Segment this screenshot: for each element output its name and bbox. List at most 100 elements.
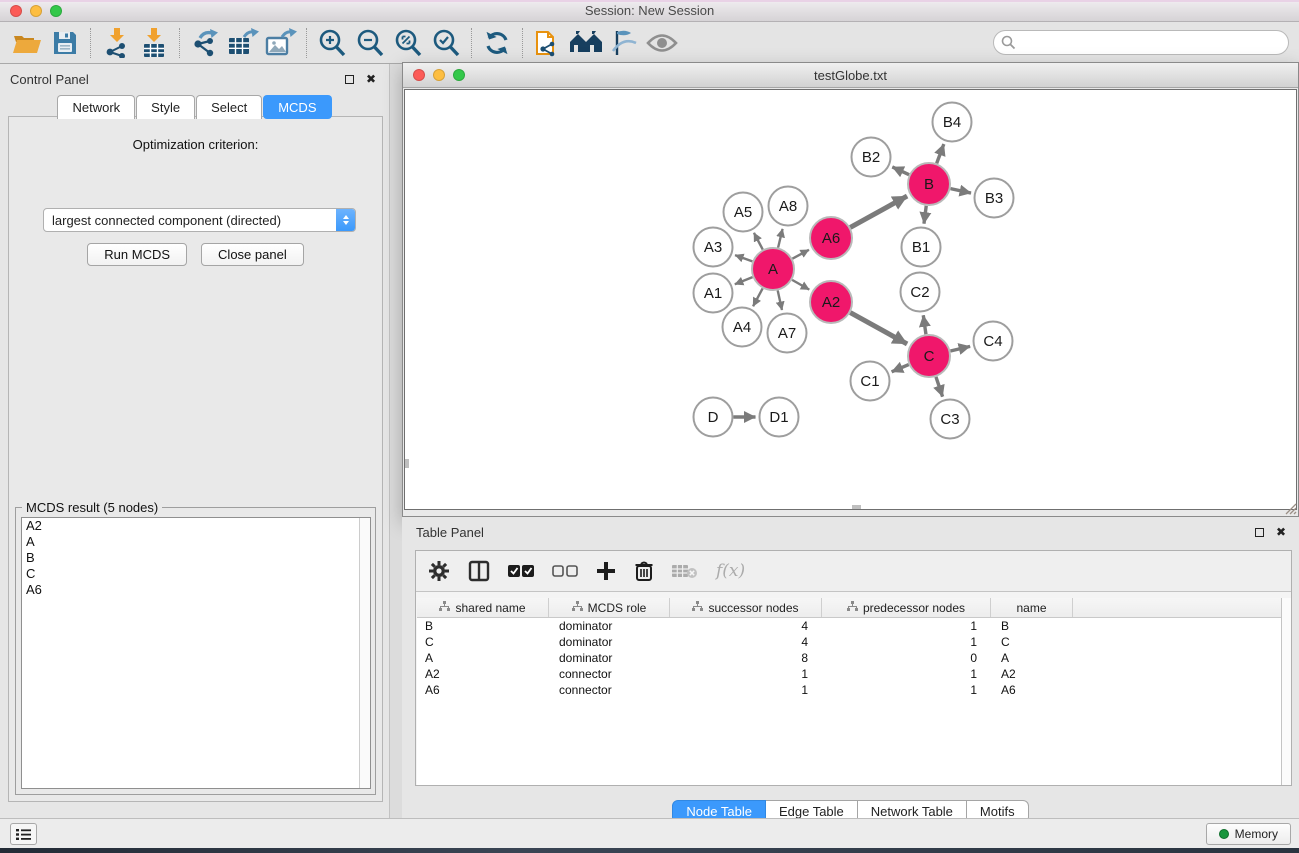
close-window-button[interactable]: [10, 5, 22, 17]
delete-column-icon[interactable]: [634, 556, 654, 586]
table-cell[interactable]: 1: [670, 667, 822, 681]
edge-B-B1[interactable]: [924, 206, 926, 224]
column-header-shared-name[interactable]: shared name: [417, 598, 549, 617]
node-A[interactable]: A: [752, 248, 794, 290]
column-header-successor-nodes[interactable]: successor nodes: [670, 598, 822, 617]
result-scrollbar[interactable]: [359, 518, 370, 788]
edge-C-C1[interactable]: [892, 365, 909, 372]
result-list-item[interactable]: C: [22, 566, 370, 582]
node-D1[interactable]: D1: [760, 398, 799, 437]
node-table[interactable]: shared nameMCDS rolesuccessor nodesprede…: [417, 598, 1291, 785]
tab-style[interactable]: Style: [136, 95, 195, 119]
edge-A-A2[interactable]: [792, 280, 809, 290]
node-C1[interactable]: C1: [851, 362, 890, 401]
column-header-MCDS-role[interactable]: MCDS role: [549, 598, 670, 617]
zoom-selected-icon[interactable]: [427, 25, 465, 61]
settings-gear-icon[interactable]: [428, 556, 450, 586]
column-header-predecessor-nodes[interactable]: predecessor nodes: [822, 598, 991, 617]
table-cell[interactable]: 1: [822, 667, 991, 681]
node-B2[interactable]: B2: [852, 138, 891, 177]
search-input[interactable]: [993, 30, 1289, 55]
export-network-icon[interactable]: [186, 25, 224, 61]
close-panel-button[interactable]: Close panel: [201, 243, 304, 266]
tab-select[interactable]: Select: [196, 95, 262, 119]
network-canvas[interactable]: B4B2BB3A8A5A6A3B1AC2A1A2A4A7C4CC1DD1C3: [404, 89, 1297, 510]
close-table-panel-icon[interactable]: ✖: [1273, 524, 1289, 540]
close-panel-icon[interactable]: ✖: [363, 71, 379, 87]
show-eye-icon[interactable]: [643, 25, 681, 61]
delete-table-icon[interactable]: [672, 556, 698, 586]
table-cell[interactable]: A: [417, 651, 549, 665]
table-cell[interactable]: A6: [417, 683, 549, 697]
edge-A-A8[interactable]: [778, 229, 782, 248]
node-C3[interactable]: C3: [931, 400, 970, 439]
function-builder-icon[interactable]: f(x): [716, 561, 745, 581]
edge-C-C4[interactable]: [950, 346, 970, 351]
node-D[interactable]: D: [694, 398, 733, 437]
save-session-icon[interactable]: [46, 25, 84, 61]
node-A6[interactable]: A6: [810, 217, 852, 259]
window-resize-handle[interactable]: [1283, 501, 1297, 515]
table-scrollbar[interactable]: [1281, 598, 1291, 785]
edge-C-C2[interactable]: [923, 315, 926, 334]
edge-B-B4[interactable]: [937, 144, 944, 163]
table-cell[interactable]: B: [991, 619, 1073, 633]
task-history-button[interactable]: [10, 823, 37, 845]
table-cell[interactable]: 1: [822, 619, 991, 633]
result-list-item[interactable]: A6: [22, 582, 370, 598]
optimization-criterion-select[interactable]: largest connected component (directed): [43, 208, 356, 232]
edge-A-A5[interactable]: [754, 233, 763, 250]
float-panel-icon[interactable]: [341, 71, 357, 87]
edge-A-A3[interactable]: [735, 255, 752, 261]
node-A5[interactable]: A5: [724, 193, 763, 232]
edge-A-A1[interactable]: [735, 277, 753, 284]
edge-A-A4[interactable]: [753, 288, 763, 306]
table-cell[interactable]: 4: [670, 635, 822, 649]
node-B[interactable]: B: [908, 163, 950, 205]
import-table-icon[interactable]: [135, 25, 173, 61]
minimize-window-button[interactable]: [30, 5, 42, 17]
refresh-icon[interactable]: [478, 25, 516, 61]
table-cell[interactable]: A2: [417, 667, 549, 681]
first-neighbors-icon[interactable]: [567, 25, 605, 61]
table-header-row[interactable]: shared nameMCDS rolesuccessor nodesprede…: [417, 598, 1291, 618]
add-column-icon[interactable]: [596, 556, 616, 586]
node-A2[interactable]: A2: [810, 281, 852, 323]
column-header-name[interactable]: name: [991, 598, 1073, 617]
hide-selected-icon[interactable]: [605, 25, 643, 61]
edge-B-B2[interactable]: [892, 167, 909, 175]
table-cell[interactable]: A2: [991, 667, 1073, 681]
node-A1[interactable]: A1: [694, 274, 733, 313]
deselect-all-checks-icon[interactable]: [552, 556, 578, 586]
table-cell[interactable]: dominator: [549, 651, 670, 665]
network-window-titlebar[interactable]: testGlobe.txt: [403, 63, 1298, 88]
table-cell[interactable]: C: [991, 635, 1073, 649]
table-cell[interactable]: 1: [670, 683, 822, 697]
table-cell[interactable]: B: [417, 619, 549, 633]
result-list-item[interactable]: A: [22, 534, 370, 550]
node-C2[interactable]: C2: [901, 273, 940, 312]
network-from-file-icon[interactable]: [529, 25, 567, 61]
table-cell[interactable]: A: [991, 651, 1073, 665]
open-file-icon[interactable]: [8, 25, 46, 61]
node-A3[interactable]: A3: [694, 228, 733, 267]
split-columns-icon[interactable]: [468, 556, 490, 586]
table-cell[interactable]: C: [417, 635, 549, 649]
node-B1[interactable]: B1: [902, 228, 941, 267]
node-A8[interactable]: A8: [769, 187, 808, 226]
table-cell[interactable]: 1: [822, 683, 991, 697]
export-image-icon[interactable]: [262, 25, 300, 61]
zoom-out-icon[interactable]: [351, 25, 389, 61]
table-row[interactable]: Bdominator41B: [417, 618, 1291, 634]
run-mcds-button[interactable]: Run MCDS: [87, 243, 187, 266]
edge-A6-B[interactable]: [850, 196, 907, 227]
edge-A2-C[interactable]: [850, 313, 907, 344]
table-cell[interactable]: 4: [670, 619, 822, 633]
float-table-panel-icon[interactable]: [1251, 524, 1267, 540]
edge-A-A6[interactable]: [792, 250, 809, 259]
table-cell[interactable]: dominator: [549, 635, 670, 649]
table-rows[interactable]: Bdominator41BCdominator41CAdominator80AA…: [417, 618, 1291, 698]
tab-network[interactable]: Network: [57, 95, 135, 119]
table-cell[interactable]: dominator: [549, 619, 670, 633]
tab-mcds[interactable]: MCDS: [263, 95, 331, 119]
